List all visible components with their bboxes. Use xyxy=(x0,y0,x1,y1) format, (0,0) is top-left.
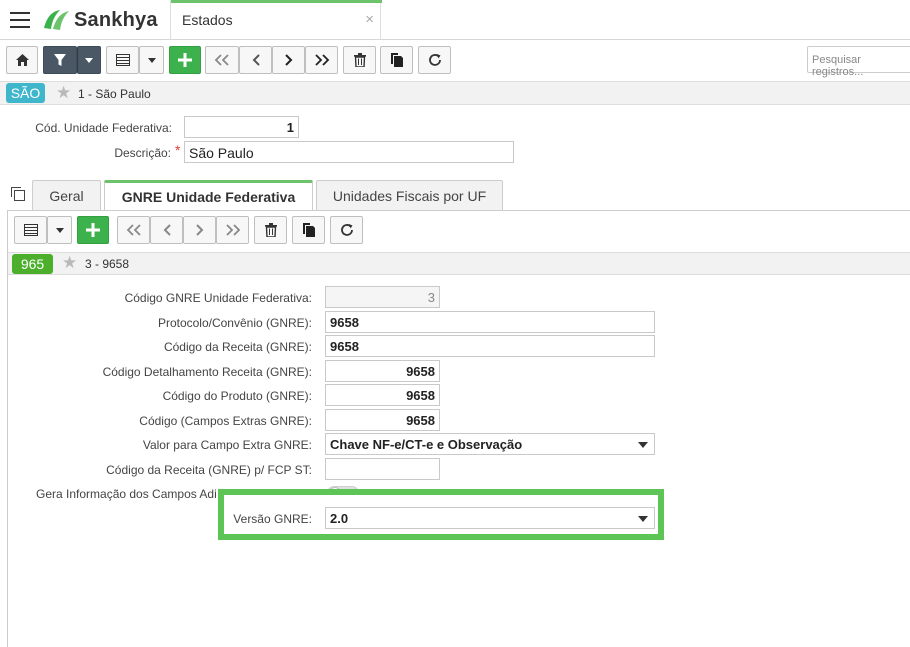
descricao-input[interactable]: São Paulo xyxy=(184,141,514,163)
sub-next-button[interactable] xyxy=(183,216,216,244)
versao-gnre-label: Versão GNRE: xyxy=(233,512,312,526)
chevron-down-icon xyxy=(147,57,156,63)
record-header: SÃO ★ 1 - São Paulo xyxy=(0,81,910,105)
tab-title: Estados xyxy=(182,12,233,28)
record-title: 1 - São Paulo xyxy=(78,87,151,101)
cod-unidade-input[interactable]: 1 xyxy=(184,116,299,138)
chevron-down-icon xyxy=(638,442,648,448)
sub-previous-button[interactable] xyxy=(150,216,183,244)
next-icon xyxy=(195,224,203,236)
chevron-down-icon xyxy=(85,57,93,63)
tab-geral[interactable]: Geral xyxy=(32,180,101,210)
subrecord-title: 3 - 9658 xyxy=(85,257,130,271)
brand-logo: Sankhya xyxy=(41,7,158,33)
close-icon[interactable]: × xyxy=(365,11,374,28)
descricao-label: Descrição: xyxy=(114,146,171,160)
detalhamento-input[interactable]: 9658 xyxy=(325,360,440,382)
produto-input[interactable]: 9658 xyxy=(325,384,440,406)
protocolo-label: Protocolo/Convênio (GNRE): xyxy=(157,316,312,330)
star-icon[interactable]: ★ xyxy=(62,254,77,271)
detalhamento-label: Código Detalhamento Receita (GNRE): xyxy=(102,365,312,379)
menu-icon[interactable] xyxy=(10,12,30,28)
chevron-down-icon xyxy=(55,227,64,233)
plus-icon xyxy=(86,223,100,237)
sub-last-page-button[interactable] xyxy=(216,216,249,244)
protocolo-input[interactable]: 9658 xyxy=(325,311,655,333)
fcp-st-label: Código da Receita (GNRE) p/ FCP ST: xyxy=(106,463,312,477)
gera-info-label: Gera Informação dos Campos Adi xyxy=(36,487,217,501)
fcp-st-input[interactable] xyxy=(325,458,440,480)
search-input[interactable]: Pesquisar registros... xyxy=(807,46,910,78)
plus-icon xyxy=(178,53,192,67)
duplicate-button[interactable] xyxy=(380,46,413,74)
filter-dropdown-button[interactable] xyxy=(77,46,101,74)
copy-icon xyxy=(390,53,403,67)
previous-icon xyxy=(252,54,260,66)
add-button[interactable] xyxy=(169,46,201,74)
last-page-icon xyxy=(225,224,240,236)
chevron-down-icon xyxy=(638,516,648,522)
grid-view-button[interactable] xyxy=(106,46,139,74)
next-button[interactable] xyxy=(272,46,305,74)
first-page-icon xyxy=(126,224,141,236)
gnre-tab-panel xyxy=(7,210,910,647)
delete-button[interactable] xyxy=(343,46,376,74)
star-icon[interactable]: ★ xyxy=(56,84,71,101)
campos-extras-label: Código (Campos Extras GNRE): xyxy=(139,414,312,428)
last-page-icon xyxy=(314,54,329,66)
top-bar: Sankhya Estados × xyxy=(0,0,910,40)
home-button[interactable] xyxy=(6,46,38,74)
copy-icon xyxy=(302,223,315,237)
filter-icon xyxy=(54,53,66,66)
next-icon xyxy=(284,54,292,66)
sub-first-page-button[interactable] xyxy=(117,216,150,244)
copy-panel-icon[interactable] xyxy=(10,186,26,202)
cod-unidade-label: Cód. Unidade Federativa: xyxy=(35,121,172,135)
trash-icon xyxy=(353,53,366,67)
first-page-icon xyxy=(214,54,229,66)
subrecord-badge: 965 xyxy=(12,254,53,274)
valor-extra-value: Chave NF-e/CT-e e Observação xyxy=(330,437,523,452)
grid-view-icon xyxy=(23,224,38,236)
valor-extra-label: Valor para Campo Extra GNRE: xyxy=(142,438,312,452)
receita-label: Código da Receita (GNRE): xyxy=(163,340,312,354)
produto-label: Código do Produto (GNRE): xyxy=(162,389,312,403)
sub-duplicate-button[interactable] xyxy=(292,216,325,244)
filter-button[interactable] xyxy=(43,46,77,74)
receita-input[interactable]: 9658 xyxy=(325,335,655,357)
subrecord-header: 965 ★ 3 - 9658 xyxy=(8,252,910,275)
versao-gnre-value: 2.0 xyxy=(330,511,349,526)
valor-extra-select[interactable]: Chave NF-e/CT-e e Observação xyxy=(325,433,655,455)
required-marker: * xyxy=(175,142,181,158)
grid-view-dropdown-button[interactable] xyxy=(139,46,164,74)
codigo-gnre-input: 3 xyxy=(325,286,440,308)
refresh-icon xyxy=(340,224,353,236)
brand-name: Sankhya xyxy=(74,8,158,31)
home-icon xyxy=(15,54,29,66)
previous-icon xyxy=(163,224,171,236)
versao-gnre-select[interactable]: 2.0 xyxy=(325,507,655,529)
previous-button[interactable] xyxy=(239,46,272,74)
tab-gnre-unidade-federativa[interactable]: GNRE Unidade Federativa xyxy=(104,180,313,211)
codigo-gnre-label: Código GNRE Unidade Federativa: xyxy=(124,291,312,305)
sub-refresh-button[interactable] xyxy=(330,216,363,244)
tab-active-indicator xyxy=(171,0,382,3)
sub-delete-button[interactable] xyxy=(254,216,287,244)
app-tab-estados[interactable]: Estados × xyxy=(170,0,382,40)
sankhya-logo-icon xyxy=(44,10,69,30)
campos-extras-input[interactable]: 9658 xyxy=(325,409,440,431)
sub-grid-view-button[interactable] xyxy=(14,216,47,244)
refresh-button[interactable] xyxy=(418,46,451,74)
first-page-button[interactable] xyxy=(205,46,239,74)
sub-grid-view-dropdown-button[interactable] xyxy=(47,216,72,244)
sub-add-button[interactable] xyxy=(77,216,109,244)
record-badge: SÃO xyxy=(6,83,45,103)
last-page-button[interactable] xyxy=(305,46,338,74)
tab-unidades-fiscais-por-uf[interactable]: Unidades Fiscais por UF xyxy=(316,180,503,210)
refresh-icon xyxy=(428,54,441,66)
grid-view-icon xyxy=(115,54,130,66)
trash-icon xyxy=(264,223,277,237)
